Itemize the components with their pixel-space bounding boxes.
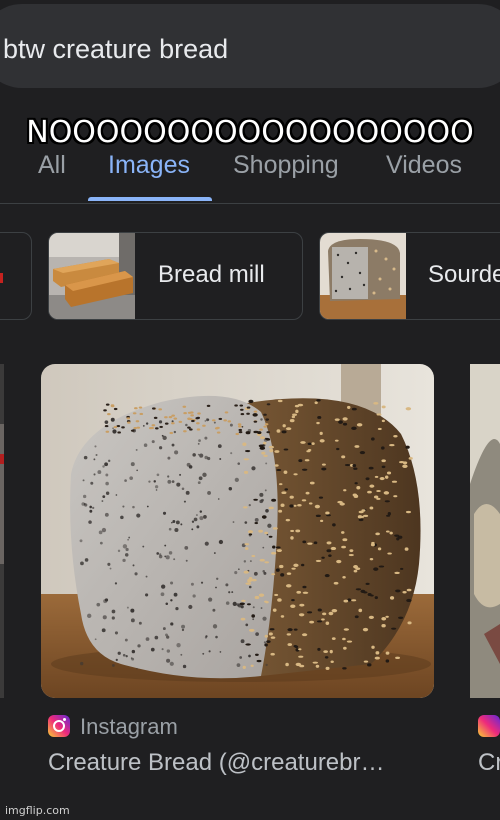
chip-label: Sourde [428, 261, 500, 288]
meme-caption: NOOOOOOOOOOOOOOOOOO [26, 115, 474, 150]
instagram-icon [48, 715, 70, 737]
chip-partial-left[interactable] [0, 232, 32, 320]
tab-shopping[interactable]: Shopping [233, 151, 339, 180]
chip-thumbnail [0, 273, 3, 283]
active-tab-indicator [88, 197, 212, 201]
chip-sourdough[interactable]: Sourde [319, 232, 500, 320]
side-result-title[interactable]: Cr [478, 749, 500, 777]
creature-bread-image[interactable] [41, 364, 434, 698]
instagram-icon [478, 715, 500, 737]
sourdough-thumbnail [320, 233, 406, 319]
search-query[interactable]: btw creature bread [3, 34, 228, 65]
chip-label: Bread mill [158, 261, 265, 288]
tabs-divider [0, 203, 500, 204]
tab-videos[interactable]: Videos [386, 151, 462, 180]
result-title[interactable]: Creature Bread (@creaturebr… [48, 749, 385, 777]
watermark: imgflip.com [5, 804, 70, 817]
search-tabs: All Images Shopping Videos [0, 145, 500, 205]
chip-bread-mill[interactable]: Bread mill [48, 232, 303, 320]
tab-images[interactable]: Images [108, 151, 190, 180]
bread-photo [41, 364, 434, 698]
result-image-partial-right[interactable] [470, 364, 500, 698]
source-name: Instagram [80, 714, 178, 739]
tab-all[interactable]: All [38, 151, 66, 180]
bread-mill-thumbnail [49, 233, 135, 319]
result-image-partial-left[interactable] [0, 364, 4, 698]
search-bar[interactable]: btw creature bread [0, 4, 500, 88]
